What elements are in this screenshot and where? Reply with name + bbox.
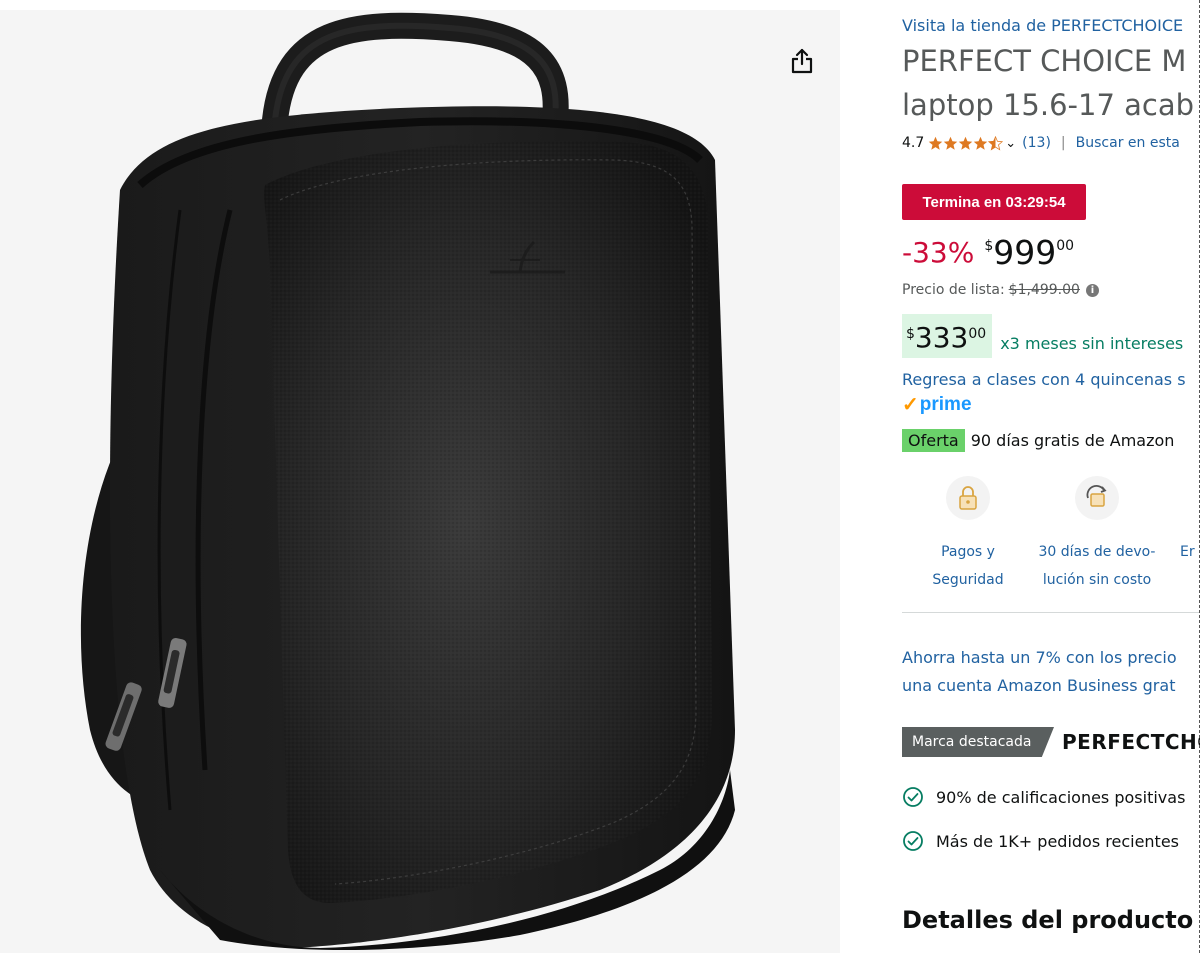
star-icon (929, 136, 943, 150)
feature-label-line1: 30 días de devo- (1038, 544, 1156, 560)
highlight-positive-ratings: 90% de calificaciones positivas (902, 786, 1185, 808)
featured-brand-row: Marca destacada PERFECTCHO (902, 727, 1200, 757)
installment-price-box: $ 333 00 (902, 314, 993, 358)
price-whole: 999 (993, 233, 1057, 272)
installment-whole: 333 (914, 321, 969, 354)
star-icon (974, 136, 988, 150)
prime-label: prime (919, 393, 972, 415)
promo-link[interactable]: Regresa a clases con 4 quincenas s (902, 370, 1186, 389)
installment-cents: 00 (968, 326, 987, 342)
product-title-line1: PERFECT CHOICE M (902, 44, 1187, 78)
product-details-column: Visita la tienda de PERFECTCHOICE PERFEC… (902, 0, 1200, 953)
feature-label-line1: Pagos y (941, 544, 995, 560)
feature-free-returns[interactable]: 30 días de devo- lución sin costo (1030, 474, 1164, 594)
list-price-value: $1,499.00 (1008, 282, 1080, 298)
list-price-row: Precio de lista: $1,499.00 i (902, 282, 1099, 298)
backpack-product-image[interactable] (0, 10, 840, 953)
separator: | (1060, 135, 1066, 151)
prime-check-icon: ✓ (902, 394, 919, 416)
discount-percent: -33% (902, 236, 975, 269)
feature-label-line2: lución sin costo (1042, 572, 1152, 588)
price-currency: $ (984, 238, 994, 254)
offer-badge: Oferta (902, 429, 965, 452)
offer-row[interactable]: Oferta 90 días gratis de Amazon (902, 429, 1174, 452)
highlight-text: Más de 1K+ pedidos recientes (936, 831, 1179, 851)
divider (902, 612, 1200, 613)
star-rating[interactable] (928, 135, 1004, 151)
rating-value: 4.7 (902, 135, 925, 151)
feature-truncated[interactable]: Er (1180, 474, 1200, 566)
product-title-line2: laptop 15.6-17 acab (902, 88, 1195, 122)
highlight-recent-orders: Más de 1K+ pedidos recientes (902, 830, 1179, 852)
installment-row[interactable]: $ 333 00 x3 meses sin intereses (902, 314, 1183, 358)
feature-label-line1: Er (1180, 544, 1195, 560)
lock-icon (946, 476, 990, 520)
business-promo-line2[interactable]: una cuenta Amazon Business grat (902, 676, 1175, 695)
chevron-down-icon[interactable]: ⌄ (1005, 136, 1016, 151)
featured-brand-badge: Marca destacada (902, 727, 1054, 757)
search-in-page-link[interactable]: Buscar en esta (1076, 135, 1180, 151)
store-link[interactable]: Visita la tienda de PERFECTCHOICE (902, 16, 1183, 35)
feature-payments-security[interactable]: Pagos y Seguridad (916, 474, 1020, 594)
prime-badge: ✓ prime (902, 392, 972, 417)
brand-name: PERFECTCHO (1062, 730, 1200, 754)
installment-text: x3 meses sin intereses (1000, 334, 1184, 353)
feature-icons-row: Pagos y Seguridad 30 días de devo- lució… (902, 474, 1200, 614)
product-image-panel[interactable] (0, 10, 840, 953)
product-details-heading: Detalles del producto (902, 906, 1194, 934)
offer-text: 90 días gratis de Amazon (970, 431, 1175, 450)
info-icon[interactable]: i (1085, 283, 1099, 297)
list-price-label: Precio de lista: (902, 282, 1005, 298)
rating-row: 4.7 ⌄ (13) | Buscar en esta (902, 135, 1180, 151)
share-icon (791, 48, 813, 74)
price-cents: 00 (1056, 238, 1075, 254)
check-circle-icon (903, 831, 923, 851)
check-circle-icon (903, 787, 923, 807)
feature-label-line2: Seguridad (932, 572, 1004, 588)
star-icon (944, 136, 958, 150)
half-star-icon (988, 135, 1004, 151)
return-icon (1075, 476, 1119, 520)
review-count-link[interactable]: (13) (1022, 135, 1051, 151)
share-button[interactable] (786, 43, 818, 79)
star-icon (959, 136, 973, 150)
installment-currency: $ (906, 326, 915, 342)
price-row: -33% $ 999 00 (902, 232, 1074, 269)
deal-countdown-badge: Termina en 03:29:54 (902, 184, 1086, 220)
highlight-text: 90% de calificaciones positivas (936, 787, 1186, 807)
business-promo-line1[interactable]: Ahorra hasta un 7% con los precio (902, 648, 1177, 667)
